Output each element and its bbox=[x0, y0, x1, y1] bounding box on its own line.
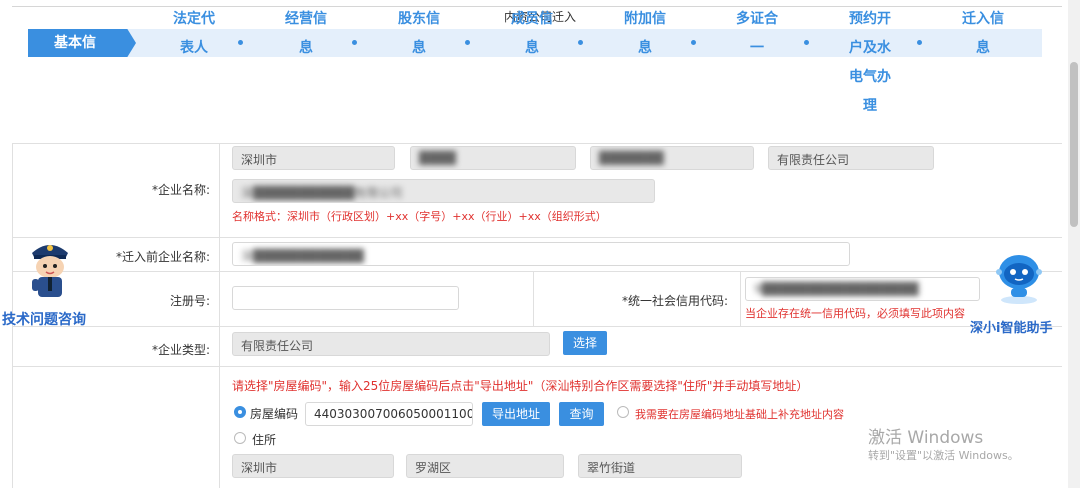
company-name-industry: ███████ bbox=[590, 146, 754, 170]
step-additional-info[interactable]: 附加信 息 bbox=[615, 5, 675, 63]
company-name-brand: ████ bbox=[410, 146, 576, 170]
company-name-region: 深圳市 bbox=[232, 146, 395, 170]
step-bank-utility[interactable]: 预约开 户及水 电气办 理 bbox=[840, 5, 900, 121]
step-shareholder-info[interactable]: 股东信 息 bbox=[389, 5, 449, 63]
smart-assistant-caption[interactable]: 深小i智能助手 bbox=[970, 317, 1052, 336]
credit-code-input[interactable]: 9█████████████████ bbox=[745, 277, 980, 301]
house-code-radio[interactable] bbox=[234, 406, 246, 418]
vertical-scrollbar[interactable] bbox=[1068, 0, 1080, 488]
address-street[interactable]: 翠竹街道 bbox=[578, 454, 742, 478]
query-button[interactable]: 查询 bbox=[559, 402, 604, 426]
credit-code-label: *统一社会信用代码: bbox=[621, 294, 728, 308]
step-separator-dot bbox=[804, 40, 809, 45]
activation-watermark-subtitle: 转到"设置"以激活 Windows。 bbox=[868, 449, 1019, 462]
former-name-input[interactable]: 深████████████ bbox=[232, 242, 850, 266]
step-relocation-info[interactable]: 迁入信 息 bbox=[953, 5, 1013, 63]
residence-label: 住所 bbox=[252, 433, 277, 447]
form-divider bbox=[12, 271, 1062, 272]
reg-no-input[interactable] bbox=[232, 286, 459, 310]
address-city[interactable]: 深圳市 bbox=[232, 454, 394, 478]
company-type-label: *企业类型: bbox=[151, 343, 210, 357]
activation-watermark-title: 激活 Windows bbox=[868, 428, 984, 448]
address-instruction: 请选择"房屋编码"，输入25位房屋编码后点击"导出地址"（深汕特别合作区需要选择… bbox=[232, 379, 809, 393]
step-separator-dot bbox=[238, 40, 243, 45]
form-column-divider bbox=[219, 143, 220, 488]
scrollbar-thumb[interactable] bbox=[1070, 62, 1078, 227]
supplement-address-checkbox[interactable] bbox=[617, 406, 629, 418]
form-divider bbox=[12, 143, 1062, 144]
robot-assistant-icon[interactable] bbox=[992, 250, 1046, 306]
company-name-format-hint: 名称格式：深圳市（行政区划）+xx（字号）+xx（行业）+xx（组织形式） bbox=[232, 210, 607, 223]
form-divider bbox=[12, 237, 1062, 238]
step-separator-dot bbox=[465, 40, 470, 45]
form-column-divider bbox=[740, 271, 741, 326]
step-multi-cert[interactable]: 多证合 一 bbox=[727, 5, 787, 63]
export-address-button[interactable]: 导出地址 bbox=[482, 402, 550, 426]
step-separator-dot bbox=[352, 40, 357, 45]
house-code-label: 房屋编码 bbox=[250, 407, 299, 421]
supplement-address-label: 我需要在房屋编码地址基础上补充地址内容 bbox=[635, 408, 844, 421]
form-column-divider bbox=[533, 271, 534, 326]
select-company-type-button[interactable]: 选择 bbox=[563, 331, 607, 355]
tech-support-caption[interactable]: 技术问题咨询 bbox=[2, 309, 86, 329]
step-basic-info[interactable]: 基本信 bbox=[28, 29, 136, 57]
form-divider bbox=[12, 326, 1062, 327]
company-name-label: *企业名称: bbox=[151, 183, 210, 197]
step-business-info[interactable]: 经营信 息 bbox=[276, 5, 336, 63]
form-divider bbox=[12, 366, 1062, 367]
residence-radio[interactable] bbox=[234, 432, 246, 444]
step-legal-rep[interactable]: 法定代 表人 bbox=[164, 5, 224, 63]
address-district[interactable]: 罗湖区 bbox=[406, 454, 564, 478]
house-code-input[interactable]: 44030300700605000110002 bbox=[305, 402, 473, 426]
step-separator-dot bbox=[691, 40, 696, 45]
step-member-info[interactable]: 成员信 息 bbox=[502, 5, 562, 63]
credit-code-hint: 当企业存在统一信用代码，必须填写此项内容 bbox=[745, 307, 965, 320]
company-full-name: 深███████████有限公司 bbox=[232, 179, 655, 203]
step-separator-dot bbox=[578, 40, 583, 45]
step-separator-dot bbox=[917, 40, 922, 45]
company-type-value: 有限责任公司 bbox=[232, 332, 550, 356]
company-name-form: 有限责任公司 bbox=[768, 146, 934, 170]
police-mascot-icon[interactable] bbox=[26, 237, 74, 301]
